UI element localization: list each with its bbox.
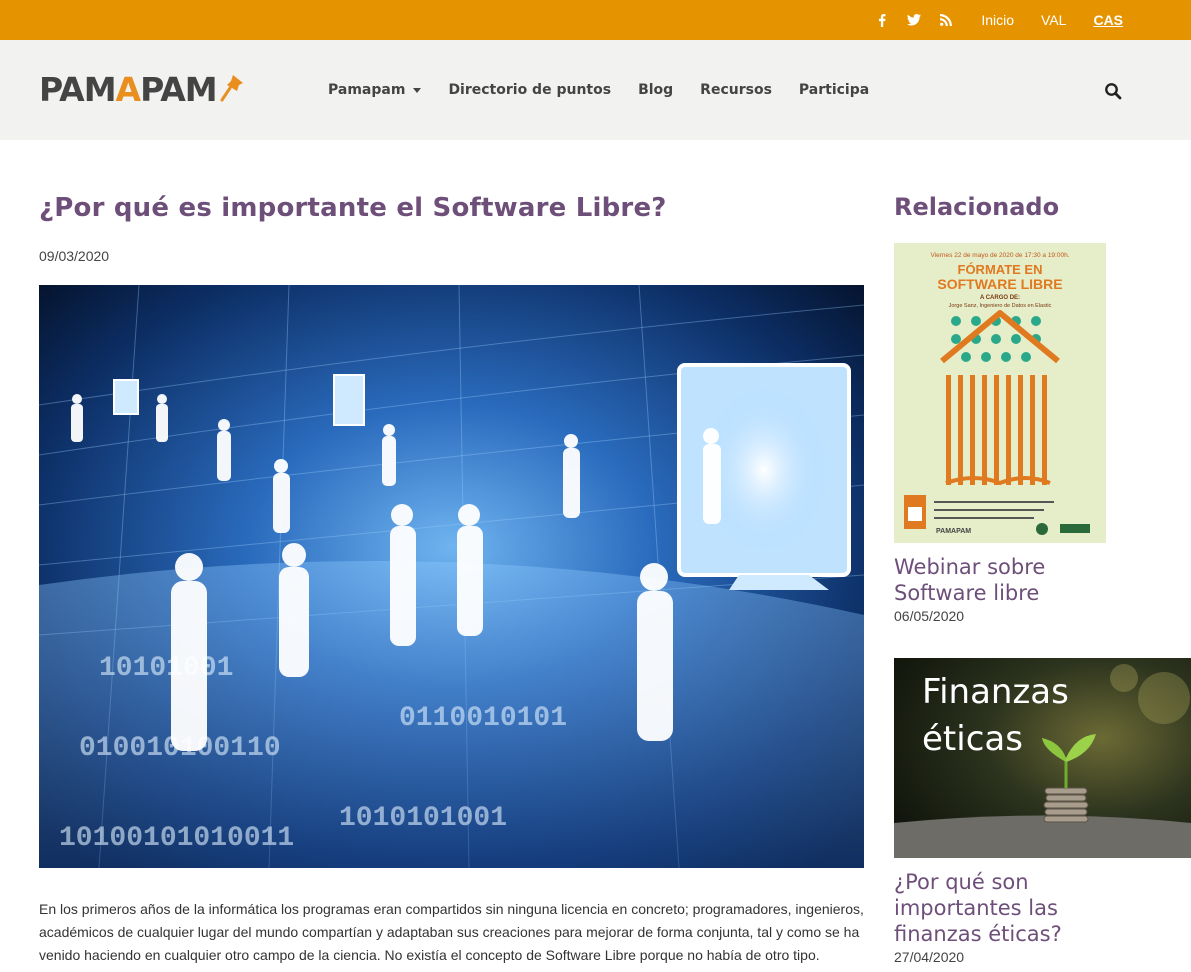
main-navbar: PAMAPAM Pamapam Directorio de puntos Blo… bbox=[0, 40, 1191, 140]
top-link-cas[interactable]: CAS bbox=[1093, 12, 1123, 28]
logo-text: PAMAPAM bbox=[39, 70, 218, 109]
article-hero-image: 10100101010011 1010101001 010010100110 0… bbox=[39, 285, 864, 868]
poster-line2: SOFTWARE LIBRE bbox=[937, 276, 1062, 292]
nav-item-recursos[interactable]: Recursos bbox=[700, 82, 772, 98]
poster-speaker: Jorge Sanz, Ingeniero de Datos en Elasti… bbox=[949, 303, 1052, 309]
pushpin-icon bbox=[220, 75, 243, 102]
related-card-title-webinar[interactable]: Webinar sobre Software libre bbox=[894, 554, 1094, 606]
related-card-date-webinar: 06/05/2020 bbox=[894, 608, 965, 624]
nav-item-pamapam[interactable]: Pamapam bbox=[328, 82, 422, 98]
poster-brand: PAMAPAM bbox=[936, 528, 971, 535]
top-bar: Inicio VAL CAS bbox=[0, 0, 1191, 40]
article-title: ¿Por qué es importante el Software Libre… bbox=[39, 193, 667, 223]
svg-text:1010101001: 1010101001 bbox=[339, 803, 507, 834]
sidebar-heading: Relacionado bbox=[894, 193, 1060, 221]
svg-text:10101001: 10101001 bbox=[99, 653, 233, 684]
logo-text-suffix: PAM bbox=[140, 70, 218, 109]
poster-cargo: A CARGO DE: bbox=[980, 295, 1020, 301]
caret-down-icon bbox=[413, 87, 422, 93]
top-link-val[interactable]: VAL bbox=[1041, 12, 1066, 28]
logo-text-prefix: PAM bbox=[39, 70, 117, 109]
related-card-image-finanzas[interactable]: Finanzas éticas bbox=[894, 658, 1191, 858]
main-menu: Pamapam Directorio de puntos Blog Recurs… bbox=[328, 80, 896, 100]
rss-icon[interactable] bbox=[938, 12, 954, 28]
top-bar-links: Inicio VAL CAS bbox=[858, 0, 1123, 40]
article-date: 09/03/2020 bbox=[39, 248, 110, 264]
search-icon[interactable] bbox=[1104, 82, 1122, 100]
poster-top-line: Viernes 22 de mayo de 2020 de 17:30 a 19… bbox=[930, 252, 1069, 259]
facebook-icon[interactable] bbox=[874, 12, 890, 28]
related-card-image-webinar[interactable]: Viernes 22 de mayo de 2020 de 17:30 a 19… bbox=[894, 243, 1106, 543]
top-link-inicio[interactable]: Inicio bbox=[981, 12, 1014, 28]
nav-item-directorio[interactable]: Directorio de puntos bbox=[448, 82, 611, 98]
site-logo[interactable]: PAMAPAM bbox=[39, 72, 245, 108]
svg-text:0110010101: 0110010101 bbox=[399, 703, 567, 734]
related-card-title-finanzas[interactable]: ¿Por qué son importantes las finanzas ét… bbox=[894, 869, 1094, 947]
nav-item-pamapam-label: Pamapam bbox=[328, 82, 406, 98]
related-card-date-finanzas: 27/04/2020 bbox=[894, 949, 965, 965]
twitter-icon[interactable] bbox=[906, 12, 922, 28]
finanzas-image-text-1: Finanzas bbox=[922, 672, 1069, 712]
logo-text-accent: A bbox=[115, 70, 142, 109]
poster-line1: FÓRMATE EN bbox=[958, 262, 1043, 277]
finanzas-image-text-2: éticas bbox=[922, 719, 1023, 759]
article-body: En los primeros años de la informática l… bbox=[39, 901, 864, 963]
svg-text:10100101010011: 10100101010011 bbox=[59, 823, 294, 854]
nav-item-blog[interactable]: Blog bbox=[638, 82, 673, 98]
nav-item-participa[interactable]: Participa bbox=[799, 82, 869, 98]
